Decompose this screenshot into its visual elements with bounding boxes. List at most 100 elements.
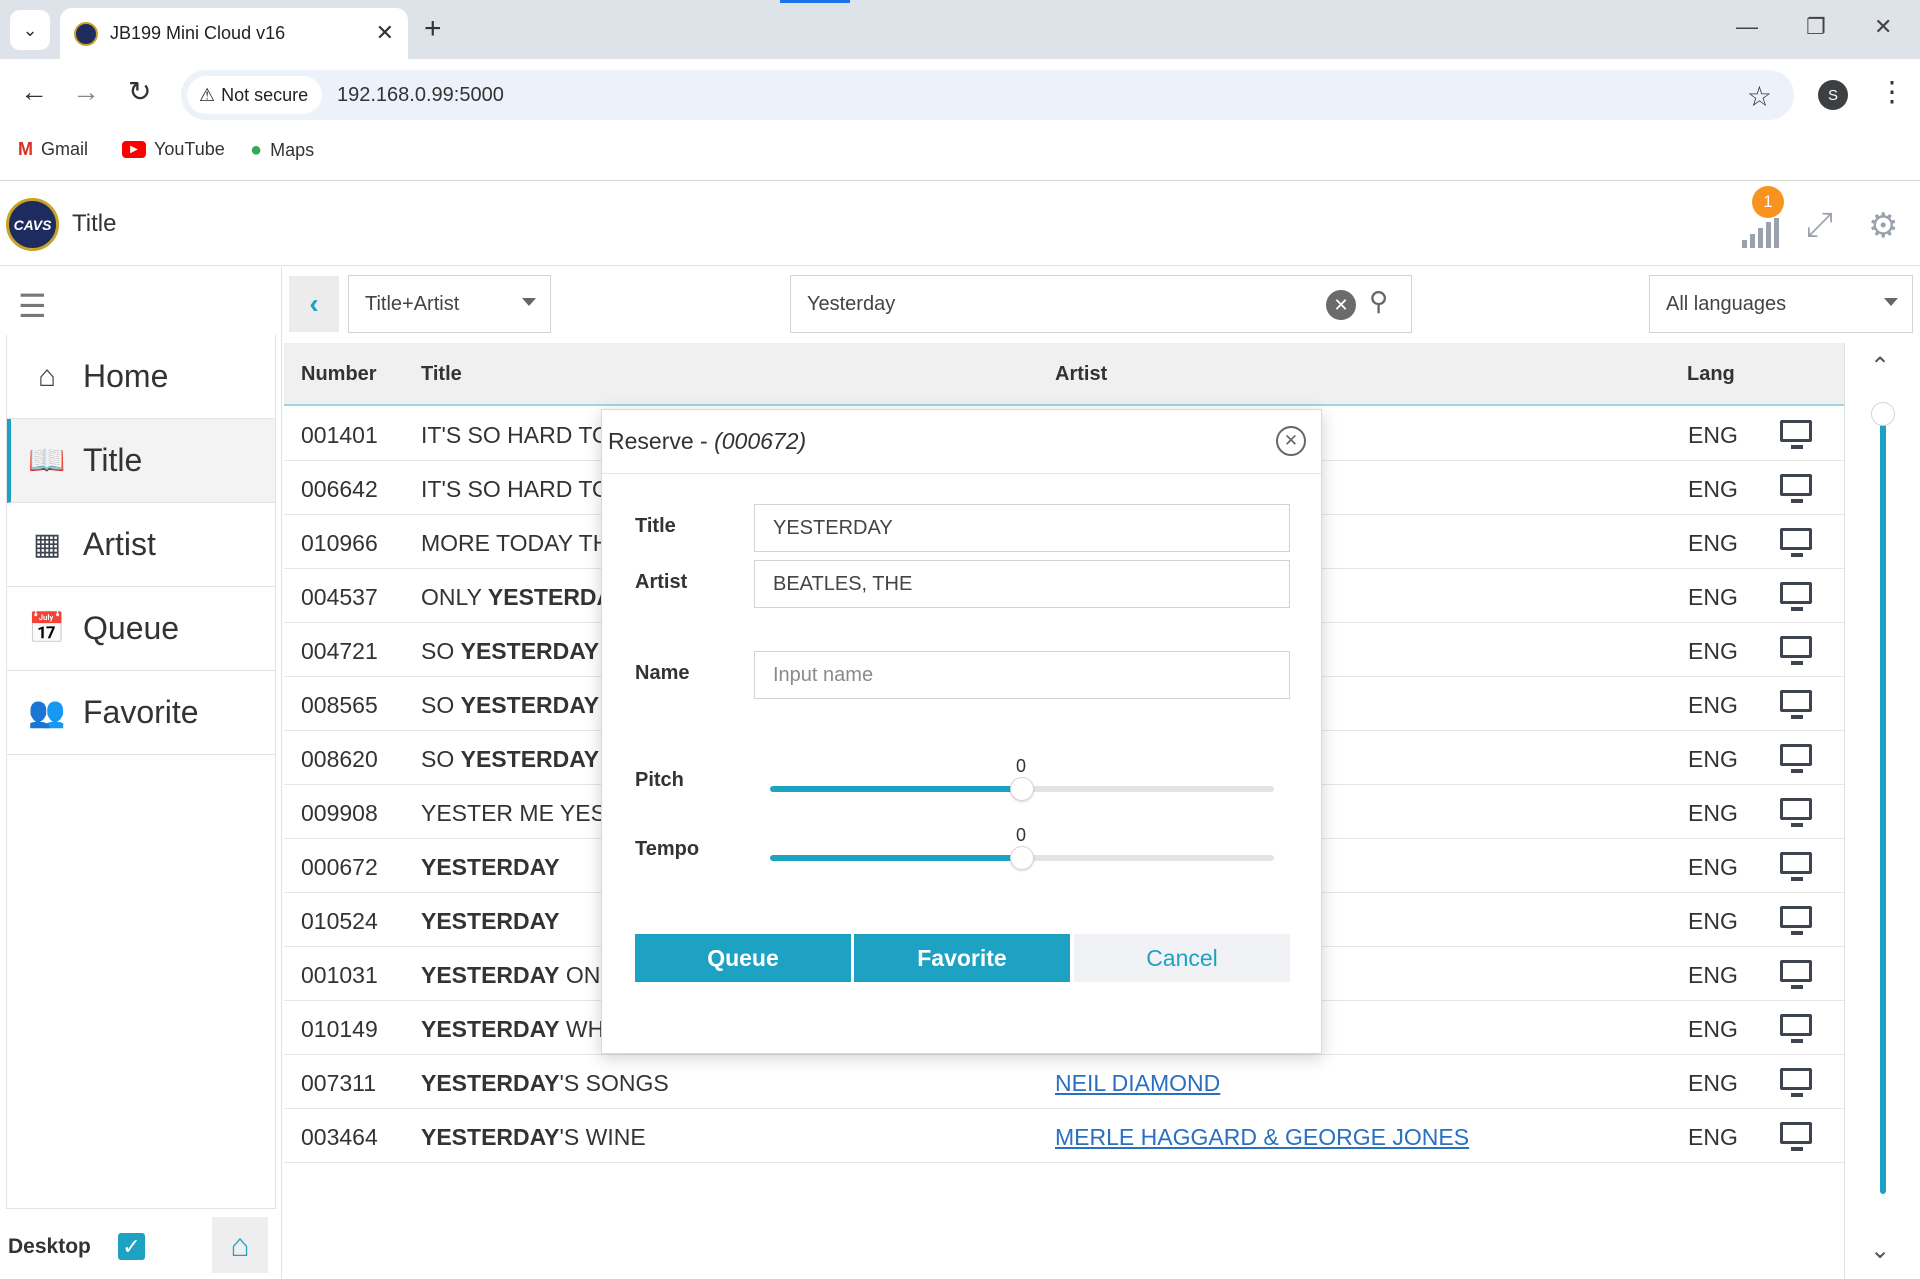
language-select[interactable]: All languages xyxy=(1649,275,1913,333)
favorite-button[interactable]: Favorite xyxy=(854,934,1070,982)
monitor-icon[interactable] xyxy=(1780,744,1812,773)
song-title[interactable]: ONLY YESTERDA xyxy=(421,584,613,611)
song-lang: ENG xyxy=(1688,476,1738,502)
artist-link[interactable]: NEIL DIAMOND xyxy=(1055,1070,1220,1096)
title-text: SO xyxy=(421,746,461,772)
search-mode-select[interactable]: Title+Artist xyxy=(348,275,551,333)
home-button[interactable]: ⌂ xyxy=(212,1217,268,1273)
tempo-slider-handle[interactable] xyxy=(1010,846,1034,870)
bookmark-youtube[interactable]: ▶ YouTube xyxy=(122,139,225,160)
song-title[interactable]: SO YESTERDAY xyxy=(421,638,599,665)
new-tab-icon[interactable]: + xyxy=(424,14,442,44)
tempo-label: Tempo xyxy=(635,838,700,860)
song-title[interactable]: IT'S SO HARD TO xyxy=(421,422,610,449)
column-header-artist[interactable]: Artist xyxy=(1055,363,1107,386)
bookmark-maps[interactable]: ● Maps xyxy=(250,139,314,162)
browser-menu-icon[interactable]: ⋮ xyxy=(1878,75,1906,108)
close-tab-icon[interactable]: ✕ xyxy=(376,20,394,46)
scrollbar-thumb[interactable] xyxy=(1871,402,1895,426)
minimize-icon[interactable]: — xyxy=(1736,14,1758,40)
song-title[interactable]: YESTERDAY xyxy=(421,854,559,881)
search-query[interactable]: Yesterday xyxy=(807,293,895,316)
pitch-slider-handle[interactable] xyxy=(1010,777,1034,801)
address-bar[interactable]: ⚠ Not secure 192.168.0.99:5000 ☆ xyxy=(181,70,1794,120)
sidebar-item-favorite[interactable]: 👥 Favorite xyxy=(7,671,275,755)
scrollbar-track[interactable] xyxy=(1880,412,1886,1194)
bookmark-star-icon[interactable]: ☆ xyxy=(1747,80,1772,113)
profile-avatar[interactable]: S xyxy=(1818,80,1848,110)
desktop-checkbox[interactable]: ✓ xyxy=(118,1233,145,1260)
artist-field[interactable]: BEATLES, THE xyxy=(754,560,1290,608)
monitor-icon[interactable] xyxy=(1780,690,1812,719)
song-title[interactable]: MORE TODAY TH xyxy=(421,530,609,557)
table-row[interactable]: 003464 YESTERDAY'S WINE MERLE HAGGARD & GE… xyxy=(284,1109,1844,1163)
fullscreen-icon[interactable]: ⤢ xyxy=(1806,206,1833,245)
monitor-icon[interactable] xyxy=(1780,1122,1812,1151)
queue-button[interactable]: Queue xyxy=(635,934,851,982)
column-header-lang[interactable]: Lang xyxy=(1687,363,1735,386)
monitor-icon[interactable] xyxy=(1780,960,1812,989)
monitor-icon[interactable] xyxy=(1780,1068,1812,1097)
song-title[interactable]: SO YESTERDAY xyxy=(421,692,599,719)
song-title[interactable]: YESTERDAY'S WINE xyxy=(421,1124,646,1151)
sidebar-item-artist[interactable]: ▦ Artist xyxy=(7,503,275,587)
monitor-icon[interactable] xyxy=(1780,636,1812,665)
song-title[interactable]: SO YESTERDAY xyxy=(421,746,599,773)
artist-link[interactable]: MERLE HAGGARD & GEORGE JONES xyxy=(1055,1124,1469,1150)
hamburger-menu-icon[interactable]: ☰ xyxy=(18,287,47,325)
dialog-song-number: (000672) xyxy=(714,428,807,454)
url-text[interactable]: 192.168.0.99:5000 xyxy=(337,84,504,107)
title-text: 'S WINE xyxy=(559,1124,646,1150)
title-field[interactable]: YESTERDAY xyxy=(754,504,1290,552)
search-icon[interactable]: ⚲ xyxy=(1369,286,1388,317)
sidebar-footer: Desktop ✓ ⌂ xyxy=(0,1211,282,1279)
monitor-icon[interactable] xyxy=(1780,798,1812,827)
monitor-icon[interactable] xyxy=(1780,1014,1812,1043)
signal-strength-icon[interactable] xyxy=(1742,218,1780,248)
column-header-title[interactable]: Title xyxy=(421,363,462,386)
forward-arrow-icon[interactable]: → xyxy=(72,77,100,107)
name-input[interactable]: Input name xyxy=(754,651,1290,699)
song-title[interactable]: YESTERDAY'S SONGS xyxy=(421,1070,669,1097)
back-button[interactable]: ‹ xyxy=(289,276,339,332)
gear-icon[interactable]: ⚙ xyxy=(1868,206,1898,246)
song-title[interactable]: IT'S SO HARD TO xyxy=(421,476,610,503)
reload-icon[interactable]: ↻ xyxy=(128,77,151,107)
back-arrow-icon[interactable]: ← xyxy=(20,77,48,107)
sidebar-item-queue[interactable]: 📅 Queue xyxy=(7,587,275,671)
song-number: 000672 xyxy=(301,854,378,880)
search-input[interactable]: Yesterday ✕ ⚲ xyxy=(790,275,1412,333)
monitor-icon[interactable] xyxy=(1780,582,1812,611)
song-title[interactable]: YESTERDAY xyxy=(421,908,559,935)
tab-search-button[interactable]: ⌄ xyxy=(10,10,50,50)
column-header-number[interactable]: Number xyxy=(301,363,377,386)
monitor-icon[interactable] xyxy=(1780,528,1812,557)
cancel-button[interactable]: Cancel xyxy=(1074,934,1290,982)
sidebar-item-home[interactable]: ⌂ Home xyxy=(7,335,275,419)
monitor-icon[interactable] xyxy=(1780,906,1812,935)
monitor-icon[interactable] xyxy=(1780,852,1812,881)
security-chip[interactable]: ⚠ Not secure xyxy=(187,76,323,114)
browser-tab[interactable]: JB199 Mini Cloud v16 ✕ xyxy=(60,8,408,59)
title-match-text: YESTERDAY xyxy=(460,638,600,664)
monitor-icon[interactable] xyxy=(1780,420,1812,449)
song-title[interactable]: YESTER ME YES xyxy=(421,800,606,827)
table-row[interactable]: 007311 YESTERDAY'S SONGS NEIL DIAMOND ENG xyxy=(284,1055,1844,1109)
pitch-slider[interactable] xyxy=(770,777,1274,801)
song-artist[interactable]: MERLE HAGGARD & GEORGE JONES xyxy=(1055,1124,1469,1151)
monitor-icon[interactable] xyxy=(1780,474,1812,503)
song-lang: ENG xyxy=(1688,584,1738,610)
scroll-down-icon[interactable]: ⌄ xyxy=(1870,1236,1890,1265)
app-logo: CAVS xyxy=(6,198,59,251)
bookmark-gmail[interactable]: M Gmail xyxy=(18,139,88,160)
restore-icon[interactable]: ❐ xyxy=(1806,14,1826,40)
song-artist[interactable]: NEIL DIAMOND xyxy=(1055,1070,1220,1097)
close-window-icon[interactable]: ✕ xyxy=(1874,14,1892,40)
sidebar-item-title[interactable]: 📖 Title xyxy=(7,419,275,503)
scroll-up-icon[interactable]: ⌃ xyxy=(1870,352,1890,381)
clear-search-icon[interactable]: ✕ xyxy=(1326,290,1356,320)
song-title[interactable]: YESTERDAY ONC xyxy=(421,962,617,989)
close-icon[interactable]: ✕ xyxy=(1276,426,1306,456)
tempo-slider[interactable] xyxy=(770,846,1274,870)
song-title[interactable]: YESTERDAY WH xyxy=(421,1016,604,1043)
